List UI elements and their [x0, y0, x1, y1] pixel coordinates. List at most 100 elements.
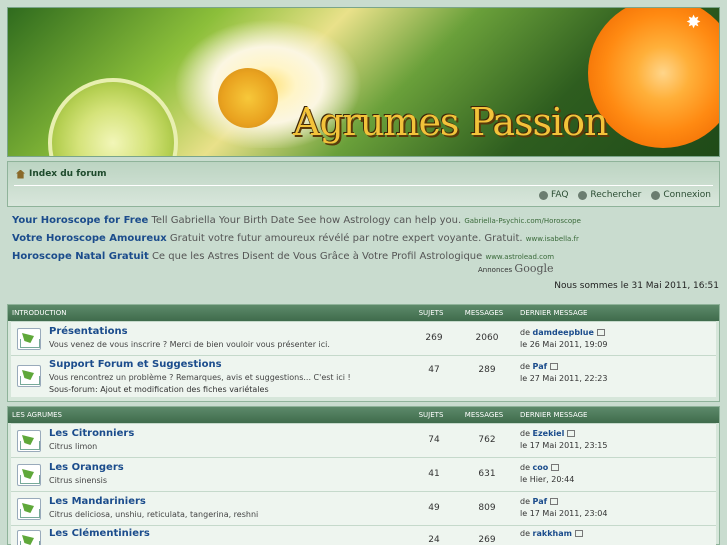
forum-row[interactable]: Présentations Vous venez de vous inscrir… — [11, 321, 716, 355]
last-post-author[interactable]: Paf — [533, 497, 548, 506]
last-post-date: le 26 Mai 2011, 19:09 — [520, 340, 608, 349]
forum-folder-icon — [17, 498, 41, 520]
topic-count: 24 — [428, 535, 440, 545]
section-title[interactable]: LES AGRUMES — [8, 411, 408, 419]
section-header: INTRODUCTION SUJETS MESSAGES DERNIER MES… — [8, 305, 719, 321]
header-sujets: SUJETS — [418, 411, 444, 419]
forum-row[interactable]: Les Citronniers Citrus limon 74 762 de E… — [11, 423, 716, 457]
header-banner[interactable]: ✸ Agrumes Passion — [7, 7, 720, 157]
header-last-post: DERNIER MESSAGE — [520, 411, 588, 419]
ad-text: Ce que les Astres Disent de Vous Grâce à… — [151, 251, 483, 262]
goto-post-icon[interactable] — [574, 530, 583, 537]
goto-post-icon[interactable] — [550, 498, 559, 505]
last-post-author[interactable]: damdeepblue — [533, 328, 594, 337]
ad-url[interactable]: www.isabella.fr — [526, 235, 579, 243]
breadcrumb[interactable]: Index du forum — [16, 169, 107, 179]
last-post-author[interactable]: rakkham — [533, 529, 572, 538]
goto-post-icon[interactable] — [596, 329, 605, 336]
breadcrumb-index-link[interactable]: Index du forum — [29, 169, 107, 179]
ads-by-google[interactable]: Annonces Google — [478, 262, 554, 275]
forum-folder-icon — [17, 430, 41, 452]
google-logo: Google — [514, 262, 554, 275]
ad-url[interactable]: Gabriella-Psychic.com/Horoscope — [464, 217, 581, 225]
last-post-date: le 27 Mai 2011, 22:23 — [520, 374, 608, 383]
forum-row[interactable]: Les Mandariniers Citrus deliciosa, unshi… — [11, 491, 716, 525]
forum-row[interactable]: Les Clémentiniers 24 269 de rakkham — [11, 525, 716, 545]
site-logo-title: Agrumes Passion — [293, 100, 609, 144]
login-link[interactable]: Connexion — [651, 190, 711, 200]
goto-post-icon[interactable] — [550, 363, 559, 370]
section-title[interactable]: INTRODUCTION — [8, 309, 408, 317]
header-sujets: SUJETS — [418, 309, 444, 317]
topic-count: 47 — [428, 365, 440, 375]
ad-text: Gratuit votre futur amoureux révélé par … — [169, 233, 523, 244]
forum-title[interactable]: Les Clémentiniers — [49, 528, 150, 539]
ad-title[interactable]: Votre Horoscope Amoureux — [12, 233, 167, 244]
subforum-link[interactable]: Sous-forum: Ajout et modification des fi… — [49, 385, 269, 394]
last-post-prefix: de — [520, 328, 530, 337]
nav-divider — [14, 185, 713, 186]
last-post-date: le 17 Mai 2011, 23:04 — [520, 509, 608, 518]
last-post: de Ezekiel le 17 Mai 2011, 23:15 — [520, 428, 607, 452]
last-post-prefix: de — [520, 497, 530, 506]
last-post-prefix: de — [520, 463, 530, 472]
last-post-date: le 17 Mai 2011, 23:15 — [520, 441, 608, 450]
last-post-author[interactable]: Ezekiel — [533, 429, 565, 438]
ad-item[interactable]: Horoscope Natal Gratuit Ce que les Astre… — [12, 248, 712, 266]
last-post-date: le Hier, 20:44 — [520, 475, 575, 484]
search-label[interactable]: Rechercher — [590, 190, 641, 200]
forum-row[interactable]: Support Forum et Suggestions Vous rencon… — [11, 355, 716, 397]
forum-description: Citrus limon — [49, 442, 98, 451]
faq-icon — [538, 190, 548, 200]
login-label[interactable]: Connexion — [663, 190, 711, 200]
login-icon — [651, 190, 661, 200]
topic-count: 41 — [428, 469, 440, 479]
ad-item[interactable]: Votre Horoscope Amoureux Gratuit votre f… — [12, 230, 712, 248]
message-count: 2060 — [475, 333, 499, 343]
forum-folder-icon — [17, 530, 41, 545]
forum-folder-icon — [17, 328, 41, 350]
forum-description: Vous rencontrez un problème ? Remarques,… — [49, 373, 351, 382]
forum-title[interactable]: Les Citronniers — [49, 428, 134, 439]
ads-by-label: Annonces — [478, 266, 513, 274]
star-sparkle-icon: ✸ — [686, 12, 702, 33]
last-post-author[interactable]: Paf — [533, 362, 548, 371]
header-messages: MESSAGES — [464, 411, 504, 419]
faq-label[interactable]: FAQ — [551, 190, 568, 200]
faq-link[interactable]: FAQ — [538, 190, 568, 200]
last-post: de rakkham — [520, 528, 583, 540]
current-date: Nous sommes le 31 Mai 2011, 16:51 — [554, 281, 719, 291]
forum-description: Citrus deliciosa, unshiu, reticulata, ta… — [49, 510, 259, 519]
last-post: de Paf le 17 Mai 2011, 23:04 — [520, 496, 607, 520]
forum-row[interactable]: Les Orangers Citrus sinensis 41 631 de c… — [11, 457, 716, 491]
last-post: de coo le Hier, 20:44 — [520, 462, 574, 486]
topic-count: 269 — [425, 333, 443, 343]
goto-post-icon[interactable] — [567, 430, 576, 437]
ad-block: Your Horoscope for Free Tell Gabriella Y… — [12, 212, 712, 266]
forum-title[interactable]: Présentations — [49, 326, 128, 337]
header-messages: MESSAGES — [464, 309, 504, 317]
last-post-prefix: de — [520, 429, 530, 438]
message-count: 269 — [478, 535, 496, 545]
forum-title[interactable]: Les Mandariniers — [49, 496, 146, 507]
topic-count: 49 — [428, 503, 440, 513]
section-header: LES AGRUMES SUJETS MESSAGES DERNIER MESS… — [8, 407, 719, 423]
last-post: de Paf le 27 Mai 2011, 22:23 — [520, 361, 607, 385]
last-post-author[interactable]: coo — [533, 463, 549, 472]
ad-text: Tell Gabriella Your Birth Date See how A… — [151, 215, 462, 226]
nav-links: FAQ Rechercher Connexion — [538, 190, 711, 200]
ad-url[interactable]: www.astrolead.com — [485, 253, 554, 261]
forum-title[interactable]: Support Forum et Suggestions — [49, 359, 222, 370]
ad-title[interactable]: Your Horoscope for Free — [12, 215, 148, 226]
home-icon — [16, 169, 25, 179]
forum-description: Citrus sinensis — [49, 476, 108, 485]
forum-title[interactable]: Les Orangers — [49, 462, 124, 473]
forum-folder-icon — [17, 365, 41, 387]
ad-item[interactable]: Your Horoscope for Free Tell Gabriella Y… — [12, 212, 712, 230]
ad-title[interactable]: Horoscope Natal Gratuit — [12, 251, 149, 262]
flower-core-image — [218, 68, 278, 128]
message-count: 809 — [478, 503, 496, 513]
forum-folder-icon — [17, 464, 41, 486]
goto-post-icon[interactable] — [551, 464, 560, 471]
search-link[interactable]: Rechercher — [578, 190, 641, 200]
